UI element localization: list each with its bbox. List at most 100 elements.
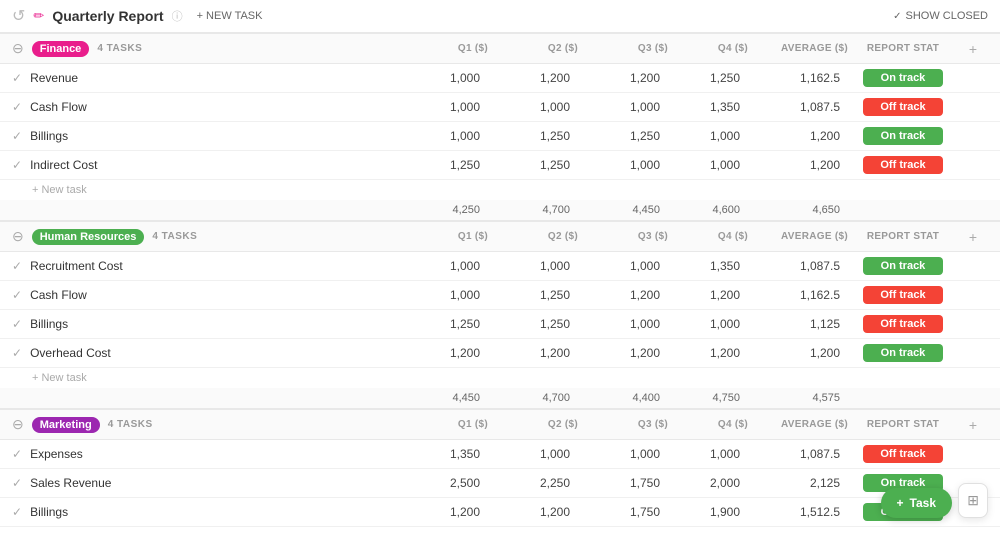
- task-row: ✓ Billings 1,200 1,200 1,750 1,900 1,512…: [0, 498, 1000, 527]
- task-row: ✓ Indirect Cost 1,250 1,250 1,000 1,000 …: [0, 151, 1000, 180]
- section-header-left-marketing: ⊖ Marketing 4 TASKS: [12, 416, 398, 433]
- new-task-btn[interactable]: + NEW TASK: [191, 8, 269, 24]
- task-name: Sales Revenue: [30, 476, 111, 490]
- task-q2: 1,000: [488, 100, 578, 114]
- col-report-hr: REPORT STAT: [848, 231, 958, 242]
- section-header-left-hr: ⊖ Human Resources 4 TASKS: [12, 228, 398, 245]
- chevron-icon-finance[interactable]: ⊖: [12, 40, 24, 57]
- task-avg: 1,087.5: [748, 259, 848, 273]
- task-name: Recruitment Cost: [30, 259, 123, 273]
- task-q4: 1,250: [668, 71, 748, 85]
- task-q4: 1,000: [668, 129, 748, 143]
- task-status-cell: Off track: [848, 315, 958, 333]
- section-finance: ⊖ Finance 4 TASKS Q1 ($) Q2 ($) Q3 ($) Q…: [0, 33, 1000, 221]
- task-q4: 1,350: [668, 259, 748, 273]
- show-closed-label: SHOW CLOSED: [905, 10, 988, 22]
- task-q1: 1,250: [398, 158, 488, 172]
- fab-task[interactable]: + Task: [881, 488, 952, 518]
- task-avg: 1,200: [748, 158, 848, 172]
- status-badge[interactable]: Off track: [863, 315, 943, 333]
- col-q4-finance: Q4 ($): [668, 43, 748, 54]
- task-q1: 1,000: [398, 288, 488, 302]
- check-icon[interactable]: ✓: [12, 346, 22, 360]
- status-badge[interactable]: Off track: [863, 156, 943, 174]
- task-name-cell: ✓ Sales Revenue: [12, 476, 398, 490]
- task-name-cell: ✓ Recruitment Cost: [12, 259, 398, 273]
- section-tag-hr[interactable]: Human Resources: [32, 229, 145, 245]
- task-avg: 1,087.5: [748, 100, 848, 114]
- check-icon[interactable]: ✓: [12, 447, 22, 461]
- check-icon[interactable]: ✓: [12, 100, 22, 114]
- check-icon[interactable]: ✓: [12, 288, 22, 302]
- task-q1: 1,250: [398, 317, 488, 331]
- status-badge[interactable]: Off track: [863, 445, 943, 463]
- task-name-cell: ✓ Expenses: [12, 447, 398, 461]
- check-icon[interactable]: ✓: [12, 71, 22, 85]
- new-task-label[interactable]: + New task: [12, 372, 398, 384]
- summary-q4: 4,750: [668, 392, 748, 404]
- check-icon[interactable]: ✓: [12, 158, 22, 172]
- task-row: ✓ Billings 1,250 1,250 1,000 1,000 1,125…: [0, 310, 1000, 339]
- task-q3: 1,000: [578, 317, 668, 331]
- task-avg: 1,125: [748, 317, 848, 331]
- summary-q4: 4,600: [668, 204, 748, 216]
- chevron-icon-marketing[interactable]: ⊖: [12, 416, 24, 433]
- section-marketing: ⊖ Marketing 4 TASKS Q1 ($) Q2 ($) Q3 ($)…: [0, 409, 1000, 529]
- back-icon[interactable]: ↺: [12, 6, 25, 26]
- task-status-cell: Off track: [848, 98, 958, 116]
- task-q1: 1,200: [398, 505, 488, 519]
- task-name-cell: ✓ Revenue: [12, 71, 398, 85]
- task-count-hr: 4 TASKS: [152, 231, 197, 242]
- task-status-cell: On track: [848, 344, 958, 362]
- check-icon[interactable]: ✓: [12, 317, 22, 331]
- summary-row-hr: 4,450 4,700 4,400 4,750 4,575: [0, 388, 1000, 409]
- add-col-icon-finance[interactable]: +: [958, 41, 988, 57]
- task-q3: 1,000: [578, 447, 668, 461]
- task-q4: 1,000: [668, 447, 748, 461]
- status-badge[interactable]: On track: [863, 127, 943, 145]
- info-icon[interactable]: ⓘ: [172, 8, 183, 24]
- col-q1-finance: Q1 ($): [398, 43, 488, 54]
- fab-task-label: Task: [910, 496, 936, 510]
- show-closed-btn[interactable]: ✓ SHOW CLOSED: [893, 10, 988, 22]
- fab-grid[interactable]: ⊞: [958, 483, 988, 518]
- task-q2: 1,250: [488, 129, 578, 143]
- col-q4-marketing: Q4 ($): [668, 419, 748, 430]
- section-tag-marketing[interactable]: Marketing: [32, 417, 100, 433]
- task-count-finance: 4 TASKS: [97, 43, 142, 54]
- task-name: Billings: [30, 317, 68, 331]
- col-q2-hr: Q2 ($): [488, 231, 578, 242]
- task-q1: 1,200: [398, 346, 488, 360]
- section-tag-finance[interactable]: Finance: [32, 41, 90, 57]
- task-name-cell: ✓ Indirect Cost: [12, 158, 398, 172]
- chevron-icon-hr[interactable]: ⊖: [12, 228, 24, 245]
- section-header-left-finance: ⊖ Finance 4 TASKS: [12, 40, 398, 57]
- status-badge[interactable]: On track: [863, 69, 943, 87]
- task-status-cell: On track: [848, 127, 958, 145]
- add-col-icon-hr[interactable]: +: [958, 229, 988, 245]
- task-avg: 1,512.5: [748, 505, 848, 519]
- col-q3-finance: Q3 ($): [578, 43, 668, 54]
- col-q1-hr: Q1 ($): [398, 231, 488, 242]
- page-title: Quarterly Report: [52, 8, 163, 24]
- check-icon[interactable]: ✓: [12, 129, 22, 143]
- task-q2: 1,000: [488, 259, 578, 273]
- task-name-cell: ✓ Billings: [12, 317, 398, 331]
- task-avg: 1,162.5: [748, 71, 848, 85]
- status-badge[interactable]: Off track: [863, 98, 943, 116]
- status-badge[interactable]: On track: [863, 257, 943, 275]
- task-q1: 1,000: [398, 129, 488, 143]
- new-task-label[interactable]: + New task: [12, 184, 398, 196]
- task-name-cell: ✓ Billings: [12, 129, 398, 143]
- task-avg: 2,125: [748, 476, 848, 490]
- check-icon[interactable]: ✓: [12, 505, 22, 519]
- check-icon[interactable]: ✓: [12, 476, 22, 490]
- task-name: Indirect Cost: [30, 158, 97, 172]
- pencil-icon[interactable]: ✏: [33, 8, 44, 24]
- status-badge[interactable]: Off track: [863, 286, 943, 304]
- check-icon[interactable]: ✓: [12, 259, 22, 273]
- task-row: ✓ Revenue 1,000 1,200 1,200 1,250 1,162.…: [0, 64, 1000, 93]
- add-col-icon-marketing[interactable]: +: [958, 417, 988, 433]
- task-row: ✓ Billings 1,000 1,250 1,250 1,000 1,200…: [0, 122, 1000, 151]
- status-badge[interactable]: On track: [863, 344, 943, 362]
